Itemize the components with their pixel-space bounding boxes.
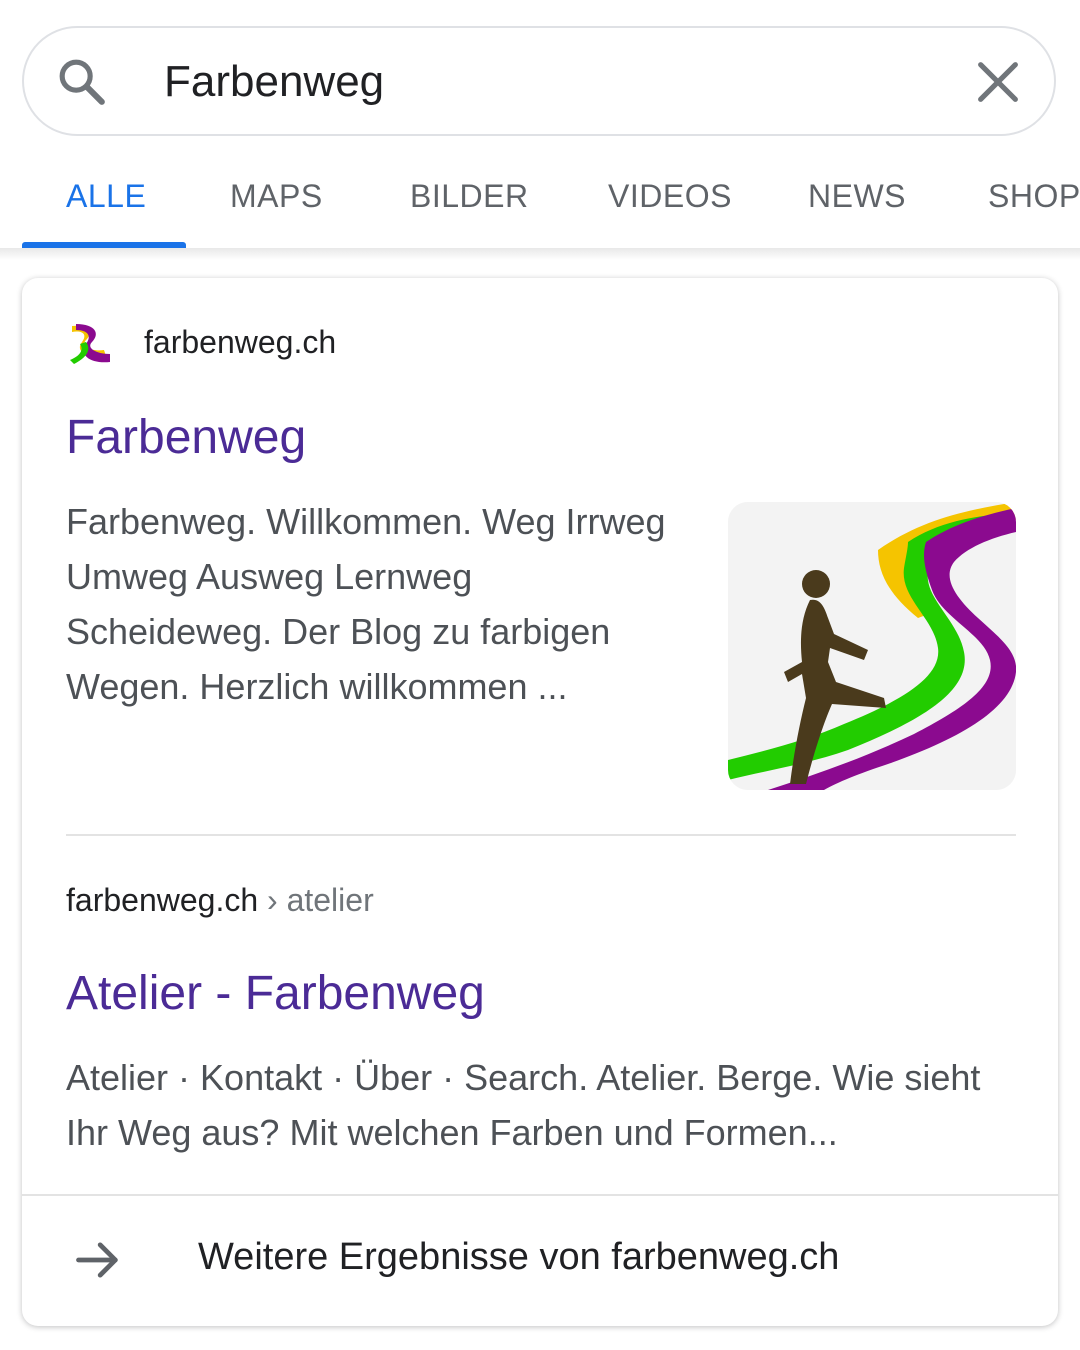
result-snippet: Atelier · Kontakt · Über · Search. Ateli…	[66, 1057, 981, 1153]
search-icon[interactable]	[54, 54, 110, 110]
tab-shopping[interactable]: SHOPPING	[988, 178, 1080, 215]
more-results-label: Weitere Ergebnisse von farbenweg.ch	[198, 1236, 840, 1278]
search-bar	[22, 26, 1056, 136]
result-card: farbenweg.ch Farbenweg Farbenweg. Willko…	[22, 278, 1058, 1326]
tab-bilder[interactable]: BILDER	[410, 178, 529, 215]
result-title[interactable]: Farbenweg	[66, 410, 306, 465]
tab-alle[interactable]: ALLE	[66, 178, 146, 215]
search-tabs: ALLE MAPS BILDER VIDEOS NEWS SHOPPING	[0, 150, 1080, 248]
search-input[interactable]	[164, 46, 924, 118]
tab-news[interactable]: NEWS	[808, 178, 906, 215]
arrow-right-icon	[76, 1242, 118, 1278]
result-snippet: Farbenweg. Willkommen. Weg Irrweg Umweg …	[66, 501, 666, 707]
breadcrumb-path: atelier	[286, 882, 374, 918]
tabs-shadow	[0, 248, 1080, 260]
tab-maps[interactable]: MAPS	[230, 178, 323, 215]
close-icon[interactable]	[972, 56, 1024, 108]
breadcrumb-separator: ›	[267, 882, 278, 918]
farbenweg-walker-image	[728, 502, 1016, 790]
result-title[interactable]: Atelier - Farbenweg	[66, 966, 485, 1021]
more-results-link[interactable]: Weitere Ergebnisse von farbenweg.ch	[22, 1196, 1058, 1326]
breadcrumb-domain: farbenweg.ch	[66, 882, 259, 918]
tab-videos[interactable]: VIDEOS	[608, 178, 732, 215]
farbenweg-logo-icon	[70, 324, 110, 364]
result-site-name[interactable]: farbenweg.ch	[144, 324, 336, 361]
result-thumbnail[interactable]	[728, 502, 1016, 790]
result-divider	[66, 834, 1016, 836]
breadcrumb[interactable]: farbenweg.ch › atelier	[66, 882, 374, 919]
